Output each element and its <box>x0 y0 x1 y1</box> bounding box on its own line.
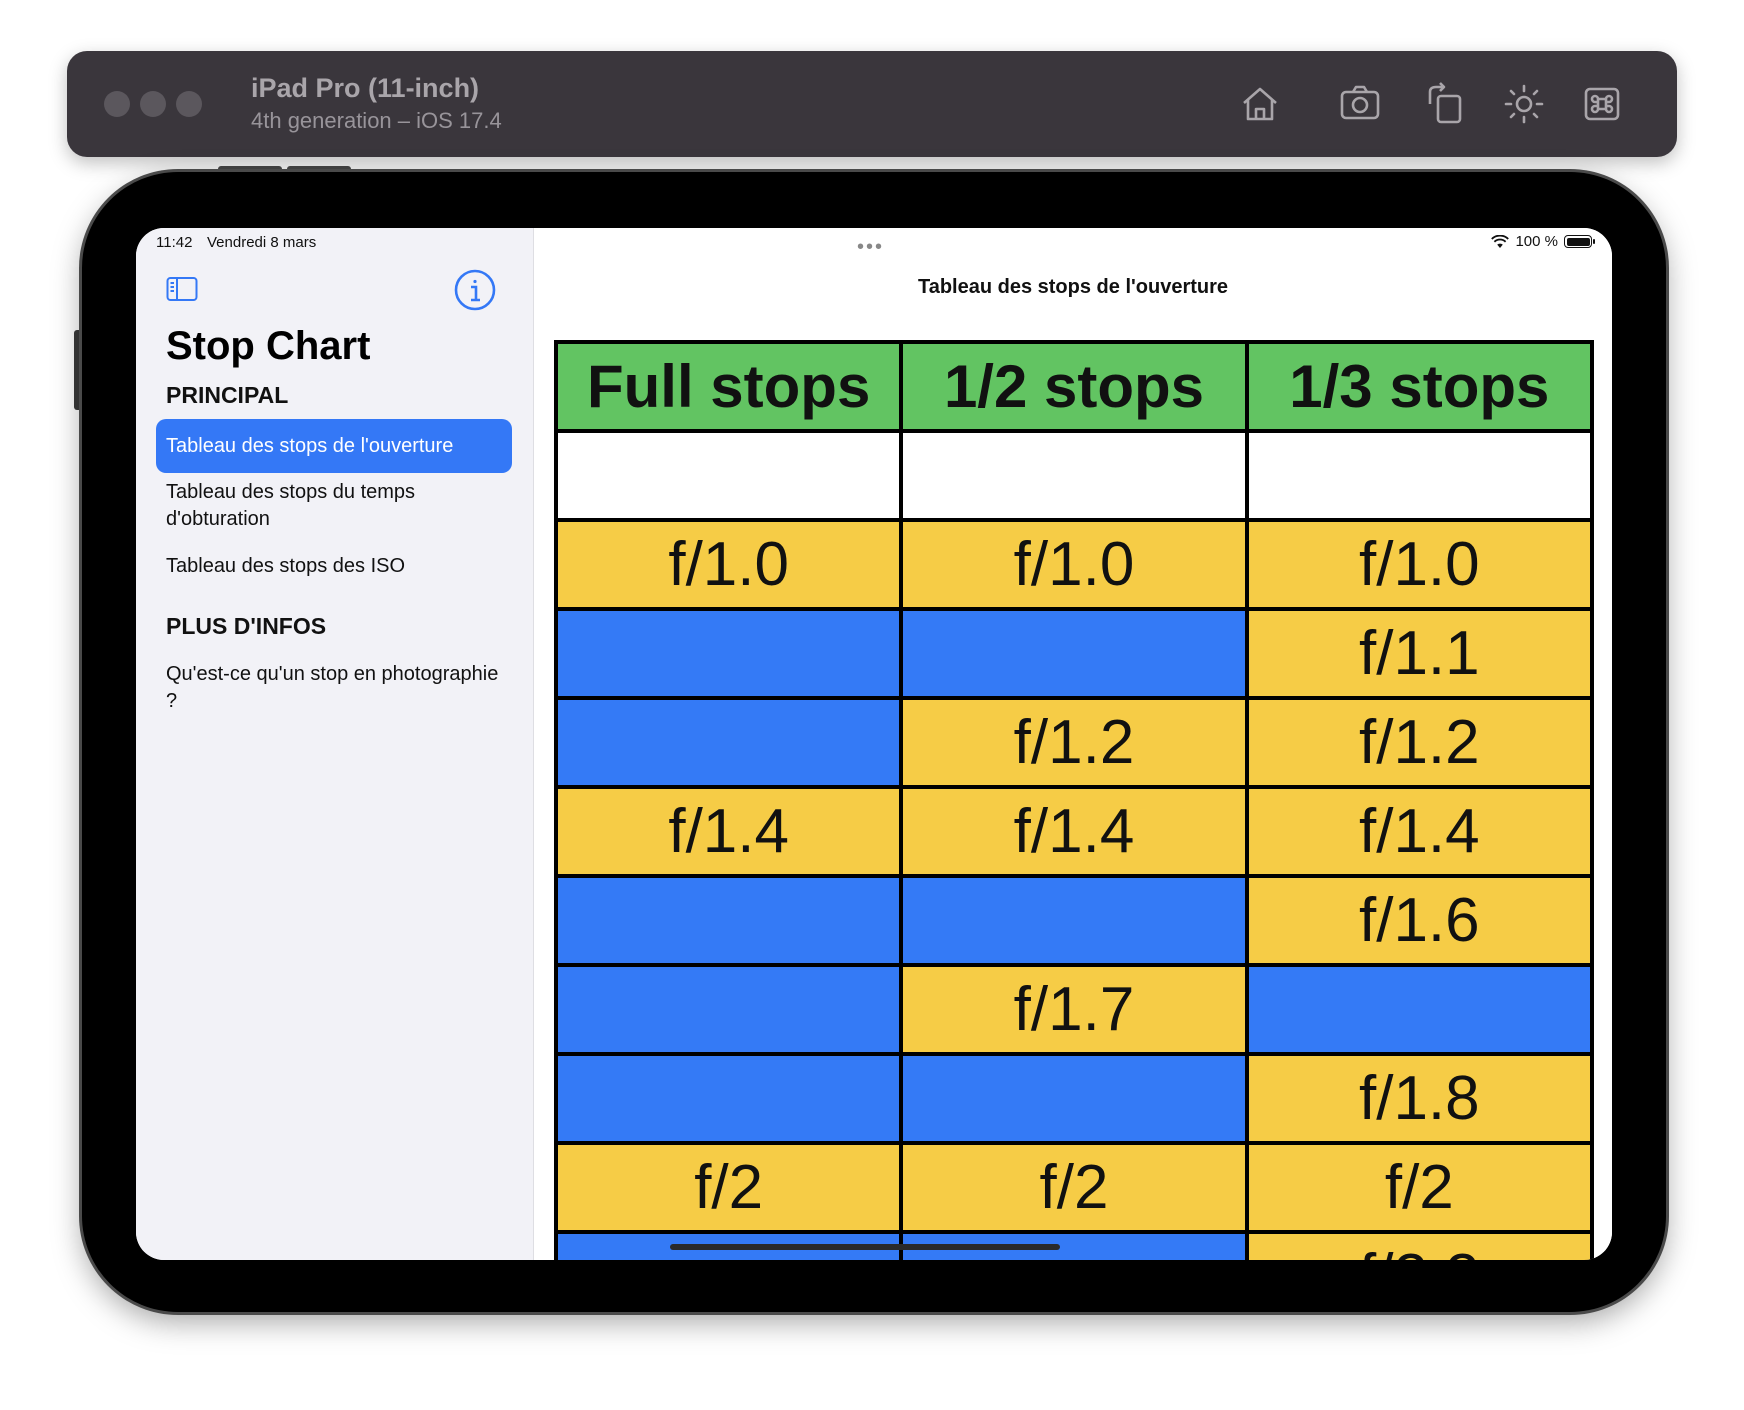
simulator-device-name: iPad Pro (11-inch) <box>251 73 480 103</box>
sidebar: 11:42 Vendredi 8 mars Stop Chart PRINCIP… <box>136 228 534 1260</box>
table-cell <box>558 1056 904 1141</box>
sidebar-item-label: Tableau des stops des ISO <box>166 555 406 577</box>
table-cell <box>558 878 904 963</box>
table-cell <box>1248 433 1590 518</box>
wifi-icon <box>1491 234 1510 248</box>
sidebar-item-aperture-chart[interactable]: Tableau des stops de l'ouverture <box>156 419 512 473</box>
table-spacer-row <box>558 433 1590 522</box>
rotate-icon[interactable] <box>1421 79 1471 129</box>
sidebar-item-what-is-stop[interactable]: Qu'est-ce qu'un stop en photographie ? <box>156 661 512 715</box>
column-header-half-stops: 1/2 stops <box>903 344 1249 429</box>
table-cell: f/1.4 <box>558 789 904 874</box>
top-button <box>74 330 82 410</box>
sidebar-item-iso-chart[interactable]: Tableau des stops des ISO <box>156 553 512 580</box>
zoom-window-button[interactable] <box>176 91 202 117</box>
section-header-principal: PRINCIPAL <box>166 382 289 408</box>
table-cell: f/1.2 <box>1248 700 1590 785</box>
multitasking-dots[interactable]: ••• <box>857 236 884 259</box>
table-row: f/1.0 f/1.0 f/1.0 <box>558 522 1590 611</box>
table-body: f/1.0 f/1.0 f/1.0 f/1.1 f/1.2 f/1.2 f/1.4 f/1.4… <box>558 522 1590 1260</box>
table-cell <box>558 433 904 518</box>
table-row: f/1.6 <box>558 878 1590 967</box>
close-window-button[interactable] <box>104 91 130 117</box>
aperture-stop-table: Full stops 1/2 stops 1/3 stops f/1.0 f/1.… <box>554 340 1594 1260</box>
ipad-screen: 11:42 Vendredi 8 mars Stop Chart PRINCIP… <box>136 228 1612 1260</box>
simulator-device-subtitle: 4th generation – iOS 17.4 <box>251 108 502 133</box>
table-cell: f/1.8 <box>1248 1056 1590 1141</box>
sidebar-item-label: Qu'est-ce qu'un stop en photographie ? <box>166 663 499 712</box>
table-cell: f/2.2 <box>1248 1234 1590 1260</box>
table-cell: f/2 <box>558 1145 904 1230</box>
minimize-window-button[interactable] <box>140 91 166 117</box>
column-header-full-stops: Full stops <box>558 344 904 429</box>
command-icon[interactable] <box>1577 79 1627 129</box>
sidebar-item-label: Tableau des stops du temps d'obturation <box>166 481 416 530</box>
battery-icon <box>1564 235 1595 248</box>
table-row: f/1.2 f/1.2 <box>558 700 1590 789</box>
table-row: f/1.4 f/1.4 f/1.4 <box>558 789 1590 878</box>
table-cell: f/1.2 <box>903 700 1249 785</box>
table-row: f/1.7 <box>558 967 1590 1056</box>
column-header-third-stops: 1/3 stops <box>1248 344 1590 429</box>
info-icon[interactable] <box>453 268 497 312</box>
sidebar-item-label: Tableau des stops de l'ouverture <box>166 434 454 457</box>
table-cell <box>903 1056 1249 1141</box>
table-cell: f/1.0 <box>1248 522 1590 607</box>
status-indicators: 100 % <box>1491 233 1595 250</box>
table-cell <box>903 611 1249 696</box>
home-indicator <box>670 1244 1060 1250</box>
status-time: 11:42 <box>156 234 193 251</box>
table-cell: f/1.1 <box>1248 611 1590 696</box>
section-header-more-info: PLUS D'INFOS <box>166 613 327 639</box>
table-cell <box>903 433 1249 518</box>
table-row: f/1.1 <box>558 611 1590 700</box>
table-header-row: Full stops 1/2 stops 1/3 stops <box>558 344 1590 433</box>
sidebar-item-shutter-chart[interactable]: Tableau des stops du temps d'obturation <box>156 479 512 533</box>
table-cell: f/1.7 <box>903 967 1249 1052</box>
table-cell: f/1.6 <box>1248 878 1590 963</box>
sidebar-toggle-icon[interactable] <box>166 276 198 302</box>
table-cell <box>558 700 904 785</box>
table-row: f/1.8 <box>558 1056 1590 1145</box>
status-date: Vendredi 8 mars <box>207 234 317 251</box>
screenshot-icon[interactable] <box>1335 79 1385 129</box>
table-cell <box>1248 967 1590 1052</box>
table-cell: f/2 <box>903 1145 1249 1230</box>
table-cell: f/2 <box>1248 1145 1590 1230</box>
detail-pane: ••• 100 % Tableau des stops de l'ouvertu… <box>534 228 1612 1260</box>
navigation-title: Tableau des stops de l'ouverture <box>917 276 1229 298</box>
appearance-icon[interactable] <box>1499 79 1549 129</box>
table-cell: f/1.0 <box>903 522 1249 607</box>
battery-percentage: 100 % <box>1515 233 1558 250</box>
ipad-device-frame: 11:42 Vendredi 8 mars Stop Chart PRINCIP… <box>82 172 1666 1312</box>
table-row: f/2 f/2 f/2 <box>558 1145 1590 1234</box>
table-cell: f/1.4 <box>1248 789 1590 874</box>
table-cell <box>558 611 904 696</box>
simulator-title-bar: iPad Pro (11-inch) 4th generation – iOS … <box>67 51 1677 157</box>
app-title: Stop Chart <box>166 324 371 368</box>
table-cell <box>903 878 1249 963</box>
table-cell: f/1.0 <box>558 522 904 607</box>
table-cell: f/1.4 <box>903 789 1249 874</box>
home-icon[interactable] <box>1235 79 1285 129</box>
table-cell <box>558 967 904 1052</box>
